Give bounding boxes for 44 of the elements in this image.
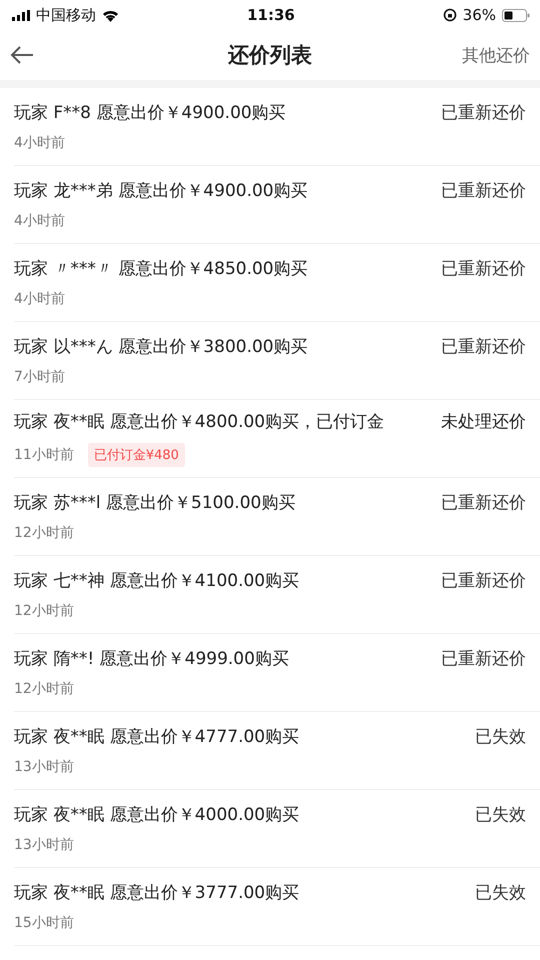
offer-text: 玩家 夜**眠 愿意出价￥4800.00购买，已付订金 (14, 411, 384, 433)
clock-time: 11:36 (247, 6, 295, 24)
offer-time: 15小时前 (14, 914, 74, 932)
offer-status: 已重新还价 (441, 180, 526, 202)
offer-time: 4小时前 (14, 134, 65, 152)
back-icon[interactable] (10, 45, 34, 65)
offer-text: 玩家 七**神 愿意出价￥4100.00购买 (14, 570, 300, 592)
page-title: 还价列表 (228, 42, 312, 69)
offer-status: 已重新还价 (441, 336, 526, 358)
offer-text: 玩家 夜**眠 愿意出价￥4000.00购买 (14, 804, 300, 826)
offer-time: 12小时前 (14, 680, 74, 698)
battery-icon (502, 8, 530, 22)
signal-icon (12, 10, 30, 20)
offer-status: 已重新还价 (441, 258, 526, 280)
offer-status: 已重新还价 (441, 570, 526, 592)
offer-time: 4小时前 (14, 212, 65, 230)
offer-time: 7小时前 (14, 368, 65, 386)
offer-text: 玩家 夜**眠 愿意出价￥4777.00购买 (14, 726, 300, 748)
offer-time: 12小时前 (14, 524, 74, 542)
offer-status: 已重新还价 (441, 492, 526, 514)
deposit-tag: 已付订金¥480 (88, 443, 185, 467)
offer-text: 玩家 F**8 愿意出价￥4900.00购买 (14, 102, 286, 124)
offer-text: 玩家 龙***弟 愿意出价￥4900.00购买 (14, 180, 308, 202)
offer-status: 已失效 (475, 882, 526, 904)
offer-status: 已失效 (475, 804, 526, 826)
offer-time: 13小时前 (14, 758, 74, 776)
wifi-icon (102, 8, 119, 22)
offer-text: 玩家 〃***〃 愿意出价￥4850.00购买 (14, 258, 308, 280)
rotation-lock-icon (442, 8, 457, 22)
offer-status: 已重新还价 (441, 648, 526, 670)
offer-text: 玩家 苏***l 愿意出价￥5100.00购买 (14, 492, 296, 514)
offer-text: 玩家 夜**眠 愿意出价￥3777.00购买 (14, 882, 300, 904)
offer-status: 已失效 (475, 726, 526, 748)
offer-time: 13小时前 (14, 836, 74, 854)
other-offers-link[interactable]: 其他还价 (430, 44, 530, 66)
offer-time: 11小时前 (14, 446, 74, 464)
carrier-name: 中国移动 (36, 6, 96, 24)
offer-time: 12小时前 (14, 602, 74, 620)
offer-text: 玩家 隋**! 愿意出价￥4999.00购买 (14, 648, 289, 670)
offer-text: 玩家 以***ん 愿意出价￥3800.00购买 (14, 336, 308, 358)
offer-time: 4小时前 (14, 290, 65, 308)
offer-status: 已重新还价 (441, 102, 526, 124)
battery-percent: 36% (462, 6, 496, 24)
offer-status: 未处理还价 (441, 411, 526, 433)
